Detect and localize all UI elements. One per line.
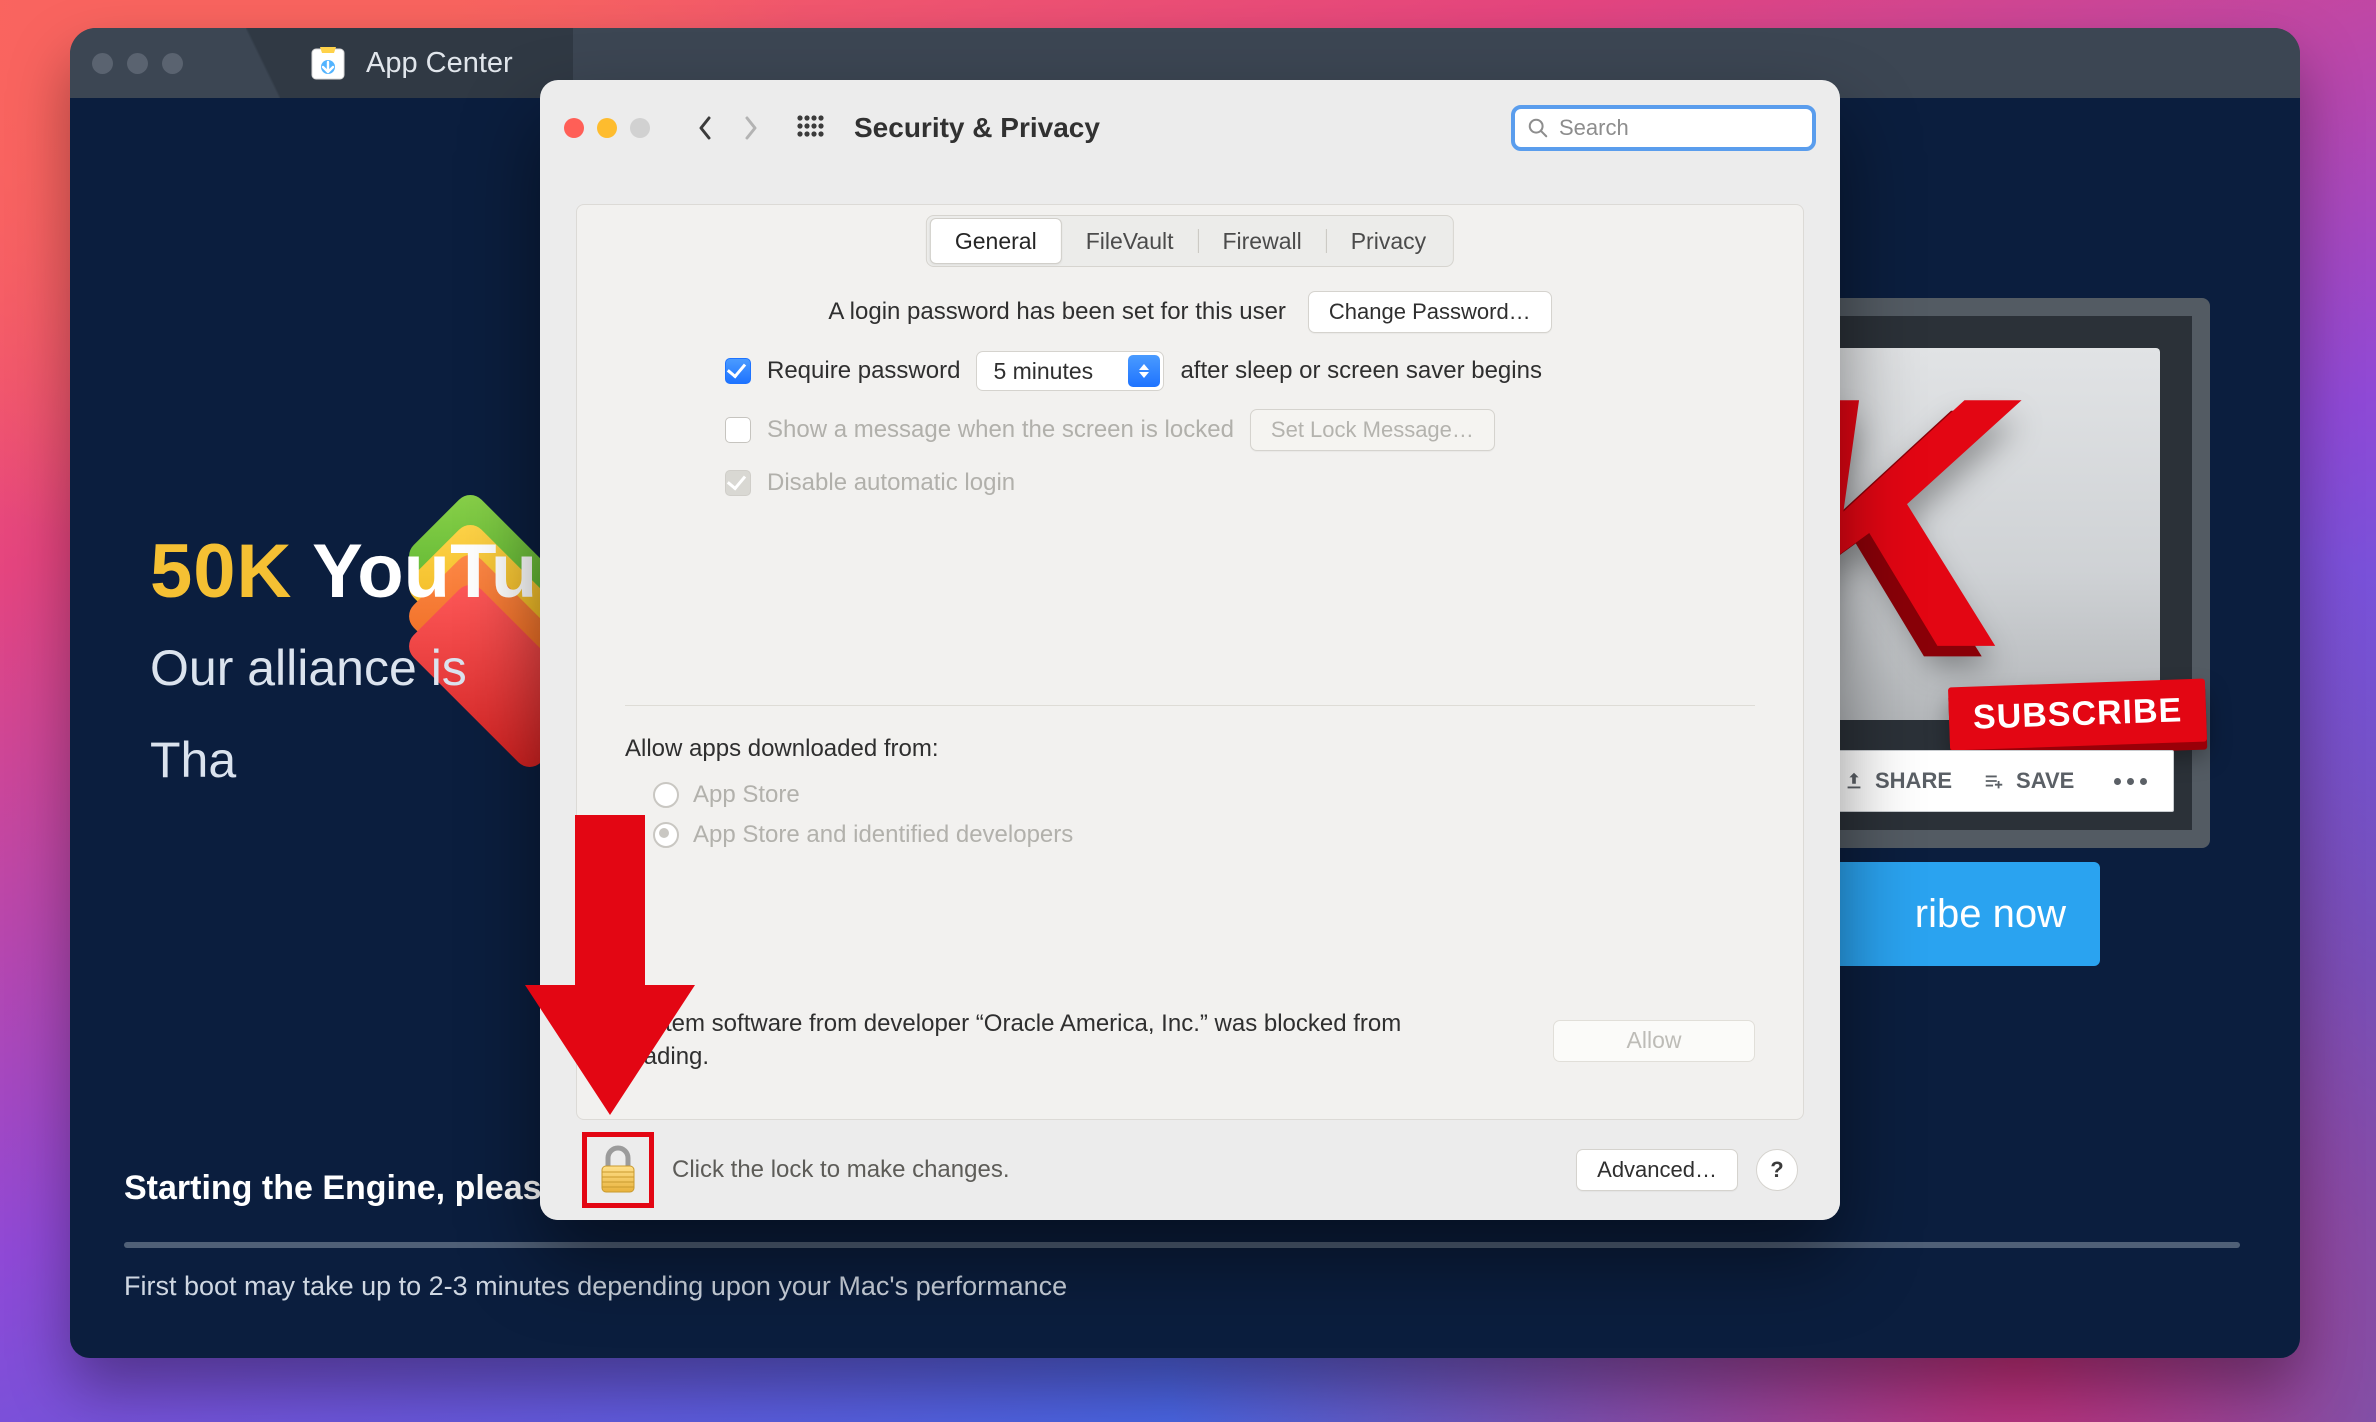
set-lock-message-button: Set Lock Message… bbox=[1250, 409, 1495, 451]
promo-graphic-stack: K SUBSCRIBE SHARE SAVE ribe now bbox=[1780, 298, 2210, 918]
prefs-footer: Click the lock to make changes. Advanced… bbox=[540, 1120, 1840, 1220]
select-stepper-icon bbox=[1128, 355, 1160, 387]
promo-text-block: 50K YouTu Our alliance is Tha bbox=[150, 528, 537, 789]
require-password-after-label: after sleep or screen saver begins bbox=[1180, 357, 1542, 385]
show-all-button[interactable] bbox=[788, 106, 832, 150]
allow-button: Allow bbox=[1553, 1020, 1755, 1062]
lock-icon[interactable] bbox=[596, 1144, 640, 1196]
share-button[interactable]: SHARE bbox=[1843, 768, 1952, 794]
appcenter-tab-icon bbox=[308, 43, 348, 83]
share-label: SHARE bbox=[1875, 768, 1952, 794]
blocked-software-row: System software from developer “Oracle A… bbox=[625, 1008, 1755, 1073]
more-button[interactable] bbox=[2114, 778, 2147, 785]
allow-appstore-radio bbox=[653, 782, 679, 808]
promo-headline-gold: 50K bbox=[150, 529, 292, 614]
panel-divider bbox=[625, 705, 1755, 706]
promo-line2: Our alliance is bbox=[150, 639, 537, 697]
allow-identified-label: App Store and identified developers bbox=[693, 821, 1073, 849]
screenshot-toolbar: SHARE SAVE bbox=[1816, 750, 2174, 812]
advanced-button[interactable]: Advanced… bbox=[1576, 1149, 1738, 1191]
save-label: SAVE bbox=[2016, 768, 2074, 794]
prefs-close-icon[interactable] bbox=[564, 118, 584, 138]
cta-label: ribe now bbox=[1915, 892, 2066, 937]
prefs-search-input[interactable] bbox=[1557, 114, 1800, 142]
system-preferences-window: Security & Privacy General FileVault Fir… bbox=[540, 80, 1840, 1220]
prefs-tabs-segmented: General FileVault Firewall Privacy bbox=[926, 215, 1454, 267]
require-password-delay-value: 5 minutes bbox=[993, 358, 1093, 385]
prefs-max-icon bbox=[630, 118, 650, 138]
show-message-label: Show a message when the screen is locked bbox=[767, 416, 1234, 444]
appcenter-traffic-lights bbox=[92, 28, 183, 98]
prefs-traffic-lights bbox=[564, 118, 650, 138]
nav-forward-button bbox=[728, 106, 774, 150]
general-options: A login password has been set for this u… bbox=[577, 291, 1803, 515]
change-password-button[interactable]: Change Password… bbox=[1308, 291, 1552, 333]
save-button[interactable]: SAVE bbox=[1982, 768, 2074, 794]
share-icon bbox=[1843, 770, 1865, 792]
grid-icon bbox=[796, 114, 824, 142]
tab-filevault[interactable]: FileVault bbox=[1062, 219, 1198, 263]
big-k-graphic-icon: K bbox=[1830, 348, 2044, 720]
prefs-title: Security & Privacy bbox=[854, 112, 1100, 144]
traffic-min-icon[interactable] bbox=[127, 53, 148, 74]
prefs-nav-buttons bbox=[682, 106, 774, 150]
engine-status-subtext: First boot may take up to 2-3 minutes de… bbox=[124, 1271, 1067, 1302]
playlist-add-icon bbox=[1982, 770, 2006, 792]
prefs-panel: General FileVault Firewall Privacy A log… bbox=[576, 204, 1804, 1120]
tab-firewall[interactable]: Firewall bbox=[1198, 219, 1325, 263]
require-password-checkbox[interactable] bbox=[725, 358, 751, 384]
promo-line3: Tha bbox=[150, 731, 537, 789]
allow-apps-section: Allow apps downloaded from: App Store Ap… bbox=[577, 735, 1803, 861]
nav-back-button[interactable] bbox=[682, 106, 728, 150]
require-password-delay-select[interactable]: 5 minutes bbox=[976, 351, 1164, 391]
login-password-set-label: A login password has been set for this u… bbox=[828, 298, 1286, 326]
prefs-search-field[interactable] bbox=[1511, 105, 1816, 151]
chevron-right-icon bbox=[741, 114, 761, 142]
search-icon bbox=[1527, 117, 1549, 139]
promo-headline-rest: YouTu bbox=[292, 529, 537, 614]
traffic-max-icon[interactable] bbox=[162, 53, 183, 74]
chevron-left-icon bbox=[695, 114, 715, 142]
disable-auto-login-checkbox bbox=[725, 470, 751, 496]
allow-identified-radio bbox=[653, 822, 679, 848]
disable-auto-login-label: Disable automatic login bbox=[767, 469, 1015, 497]
screenshot-frame: K SUBSCRIBE SHARE SAVE bbox=[1780, 298, 2210, 848]
lock-hint-label: Click the lock to make changes. bbox=[672, 1156, 1010, 1184]
prefs-min-icon[interactable] bbox=[597, 118, 617, 138]
appcenter-active-tab[interactable]: App Center bbox=[280, 28, 573, 98]
prefs-toolbar: Security & Privacy bbox=[540, 80, 1840, 176]
traffic-close-icon[interactable] bbox=[92, 53, 113, 74]
blocked-software-text: System software from developer “Oracle A… bbox=[625, 1008, 1425, 1073]
tab-general[interactable]: General bbox=[930, 218, 1062, 264]
appcenter-tab-title: App Center bbox=[366, 47, 513, 80]
subscribe-badge: SUBSCRIBE bbox=[1948, 679, 2207, 751]
require-password-label: Require password bbox=[767, 357, 960, 385]
help-button[interactable]: ? bbox=[1756, 1149, 1798, 1191]
screenshot-inner: K bbox=[1830, 348, 2160, 720]
engine-progress-bar bbox=[124, 1242, 2240, 1248]
prefs-content: General FileVault Firewall Privacy A log… bbox=[540, 176, 1840, 1220]
tab-privacy[interactable]: Privacy bbox=[1327, 219, 1450, 263]
allow-apps-title: Allow apps downloaded from: bbox=[625, 735, 1755, 763]
lock-highlight-box bbox=[582, 1132, 654, 1208]
show-message-checkbox bbox=[725, 417, 751, 443]
allow-appstore-label: App Store bbox=[693, 781, 800, 809]
